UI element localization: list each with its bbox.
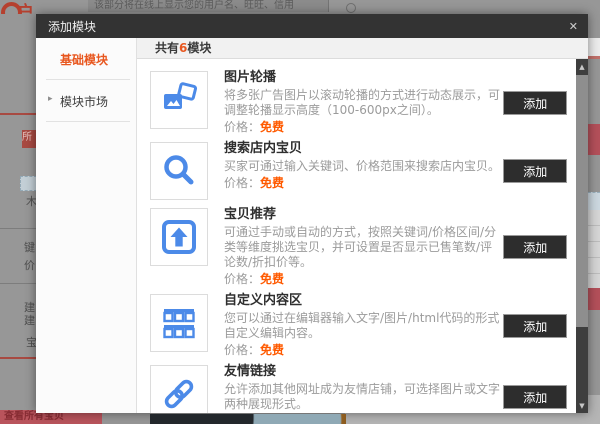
price-value: 免费 xyxy=(260,120,285,134)
background-right-strip xyxy=(588,38,600,56)
add-module-button[interactable]: 添加 xyxy=(503,159,567,183)
close-icon[interactable]: ✕ xyxy=(559,20,588,33)
background-red-line xyxy=(0,113,36,115)
link-chain-icon xyxy=(150,365,208,413)
scrollbar[interactable]: ▲ ▼ xyxy=(576,59,588,413)
module-row: 自定义内容区 您可以通过在编辑器输入文字/图片/html代码的形式自定义编辑内容… xyxy=(150,294,570,357)
price-value: 免费 xyxy=(260,343,285,357)
background-right-redblock xyxy=(588,288,600,310)
background-text-fragment: 价 xyxy=(24,259,35,272)
module-title: 图片轮播 xyxy=(224,70,277,85)
count-suffix: 模块 xyxy=(187,41,212,55)
sidebar-item-label: 基础模块 xyxy=(60,53,109,67)
price-label: 价格： xyxy=(224,343,261,357)
background-line xyxy=(0,228,36,229)
scroll-up-button[interactable]: ▲ xyxy=(576,59,588,75)
search-icon xyxy=(150,142,208,200)
screen: 户 该部分将在线上显示您的用户名、旺旺、信用 所 木 键 价 建 建 宝 查看所… xyxy=(0,0,600,424)
sidebar-item-basic-modules[interactable]: 基础模块 xyxy=(36,38,136,79)
module-description: 您可以通过在编辑器输入文字/图片/html代码的形式自定义编辑内容。 xyxy=(224,311,500,340)
dialog-sidebar: 基础模块 ▸ 模块市场 xyxy=(36,38,137,413)
background-text-fragment: 建 xyxy=(24,314,35,327)
price-label: 价格： xyxy=(224,176,261,190)
add-module-button[interactable]: 添加 xyxy=(503,235,567,259)
module-title: 搜索店内宝贝 xyxy=(224,141,303,156)
sidebar-item-label: 模块市场 xyxy=(60,95,109,109)
module-description: 将多张广告图片以滚动轮播的方式进行动态展示，可调整轮播显示高度（100-600p… xyxy=(224,88,501,117)
background-divider xyxy=(328,0,329,12)
dialog-content: 共有6模块 图片轮播 将多张广告图片以滚动轮播的方式进行动态展示，可调整轮播显示… xyxy=(137,38,588,413)
arrow-up-square-icon xyxy=(150,208,208,266)
module-row: 友情链接 允许添加其他网址成为友情店铺，可选择图片或文字两种展现形式。 价格：免… xyxy=(150,365,570,413)
scroll-down-button[interactable]: ▼ xyxy=(576,400,588,413)
background-banner-image xyxy=(150,414,346,424)
module-description: 允许添加其他网址成为友情店铺，可选择图片或文字两种展现形式。 xyxy=(224,382,501,411)
module-description: 买家可通过输入关键词、价格范围来搜索店内宝贝。 xyxy=(224,159,501,173)
module-title: 自定义内容区 xyxy=(224,293,303,308)
background-right-bottom xyxy=(588,395,600,424)
dialog-titlebar: 添加模块 ✕ xyxy=(36,14,588,38)
price-label: 价格： xyxy=(224,272,261,286)
background-text-fragment: 建 xyxy=(24,301,35,314)
module-price: 价格：免费 xyxy=(224,272,503,286)
background-hint-text: 该部分将在线上显示您的用户名、旺旺、信用 xyxy=(88,0,328,12)
module-price: 价格：免费 xyxy=(224,343,503,357)
image-carousel-icon xyxy=(150,71,208,129)
background-red-line xyxy=(0,357,36,359)
background-right-rows xyxy=(588,210,600,288)
module-list-wrapper: 图片轮播 将多张广告图片以滚动轮播的方式进行动态展示，可调整轮播显示高度（100… xyxy=(137,59,588,413)
count-prefix: 共有 xyxy=(155,41,180,55)
background-red-tag: 所 xyxy=(22,130,36,148)
background-right-dashed xyxy=(588,192,600,211)
background-dashed-box xyxy=(20,176,37,191)
grid-content-icon xyxy=(150,294,208,352)
module-count-header: 共有6模块 xyxy=(137,38,588,59)
module-title: 宝贝推荐 xyxy=(224,207,277,222)
price-label: 价格： xyxy=(224,120,261,134)
dialog-body: 基础模块 ▸ 模块市场 共有6模块 图片轮播 将多张广告图片以滚动轮播的方式进行… xyxy=(36,38,588,413)
sidebar-divider xyxy=(46,121,130,122)
background-shop-logo: 户 xyxy=(0,0,36,14)
module-row: 搜索店内宝贝 买家可通过输入关键词、价格范围来搜索店内宝贝。 价格：免费 添加 xyxy=(150,142,570,200)
module-row: 宝贝推荐 可通过手动或自动的方式，按照关键词/价格区间/分类等维度挑选宝贝，并可… xyxy=(150,208,570,286)
add-module-dialog: 添加模块 ✕ 基础模块 ▸ 模块市场 共有6模块 图片轮播 将多张广告图片以滚动… xyxy=(36,14,588,413)
logo-glyph: 户 xyxy=(17,3,34,14)
price-value: 免费 xyxy=(260,176,285,190)
module-list: 图片轮播 将多张广告图片以滚动轮播的方式进行动态展示，可调整轮播显示高度（100… xyxy=(137,59,576,413)
add-module-button[interactable]: 添加 xyxy=(503,313,567,338)
add-module-button[interactable]: 添加 xyxy=(503,90,567,115)
background-right-redline xyxy=(588,56,600,59)
background-bottom-area xyxy=(345,413,600,424)
dialog-title: 添加模块 xyxy=(48,19,97,34)
background-text-fragment: 键 xyxy=(24,241,35,254)
background-line xyxy=(0,283,36,284)
add-module-button[interactable]: 添加 xyxy=(503,384,567,409)
module-description: 可通过手动或自动的方式，按照关键词/价格区间/分类等维度挑选宝贝，并可设置是否显… xyxy=(224,225,497,269)
price-value: 免费 xyxy=(260,272,285,286)
sidebar-item-module-market[interactable]: ▸ 模块市场 xyxy=(36,80,136,121)
module-price: 价格：免费 xyxy=(224,120,503,134)
module-row: 图片轮播 将多张广告图片以滚动轮播的方式进行动态展示，可调整轮播显示高度（100… xyxy=(150,71,570,134)
chevron-right-icon: ▸ xyxy=(48,94,53,104)
module-price: 价格：免费 xyxy=(224,176,503,190)
background-radio-icon xyxy=(346,3,356,13)
background-right-redblock xyxy=(588,124,600,155)
module-title: 友情链接 xyxy=(224,364,277,379)
